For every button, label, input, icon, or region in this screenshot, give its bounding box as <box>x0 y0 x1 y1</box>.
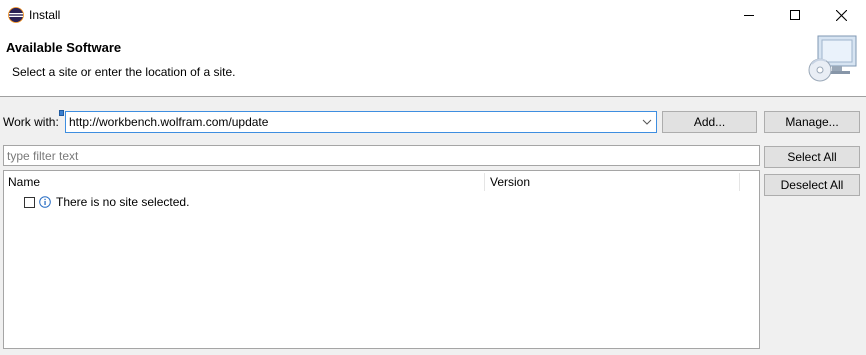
column-divider[interactable] <box>739 173 740 191</box>
work-with-label: Work with: <box>3 115 59 129</box>
maximize-icon <box>790 10 800 20</box>
column-divider[interactable] <box>484 173 485 191</box>
manage-button[interactable]: Manage... <box>764 111 860 133</box>
row-name: There is no site selected. <box>56 195 190 209</box>
info-icon <box>39 196 51 208</box>
available-software-table[interactable]: Name Version There is no site selected. <box>3 170 760 349</box>
work-with-combo[interactable]: http://workbench.wolfram.com/update <box>65 111 657 133</box>
maximize-button[interactable] <box>772 0 818 30</box>
table-header: Name Version <box>4 171 759 192</box>
wizard-header: Available Software Select a site or ente… <box>0 30 866 97</box>
select-all-button[interactable]: Select All <box>764 146 860 168</box>
window-title: Install <box>29 8 61 22</box>
row-checkbox[interactable] <box>24 196 35 208</box>
column-header-version[interactable]: Version <box>490 175 530 189</box>
page-title: Available Software <box>6 40 122 55</box>
chevron-down-icon[interactable] <box>642 117 652 127</box>
title-bar: Install <box>0 0 866 30</box>
column-header-name[interactable]: Name <box>8 175 40 189</box>
table-row[interactable]: There is no site selected. <box>24 194 189 210</box>
content-assist-marker-icon <box>59 110 64 116</box>
minimize-button[interactable] <box>726 0 772 30</box>
page-description: Select a site or enter the location of a… <box>12 65 236 79</box>
filter-input[interactable] <box>3 145 760 166</box>
deselect-all-button[interactable]: Deselect All <box>764 174 860 196</box>
minimize-icon <box>744 15 754 16</box>
install-wizard-icon <box>808 35 857 82</box>
close-icon <box>835 9 847 21</box>
work-with-value: http://workbench.wolfram.com/update <box>69 115 269 129</box>
close-button[interactable] <box>818 0 864 30</box>
add-button[interactable]: Add... <box>662 111 757 133</box>
eclipse-app-icon <box>8 7 24 23</box>
